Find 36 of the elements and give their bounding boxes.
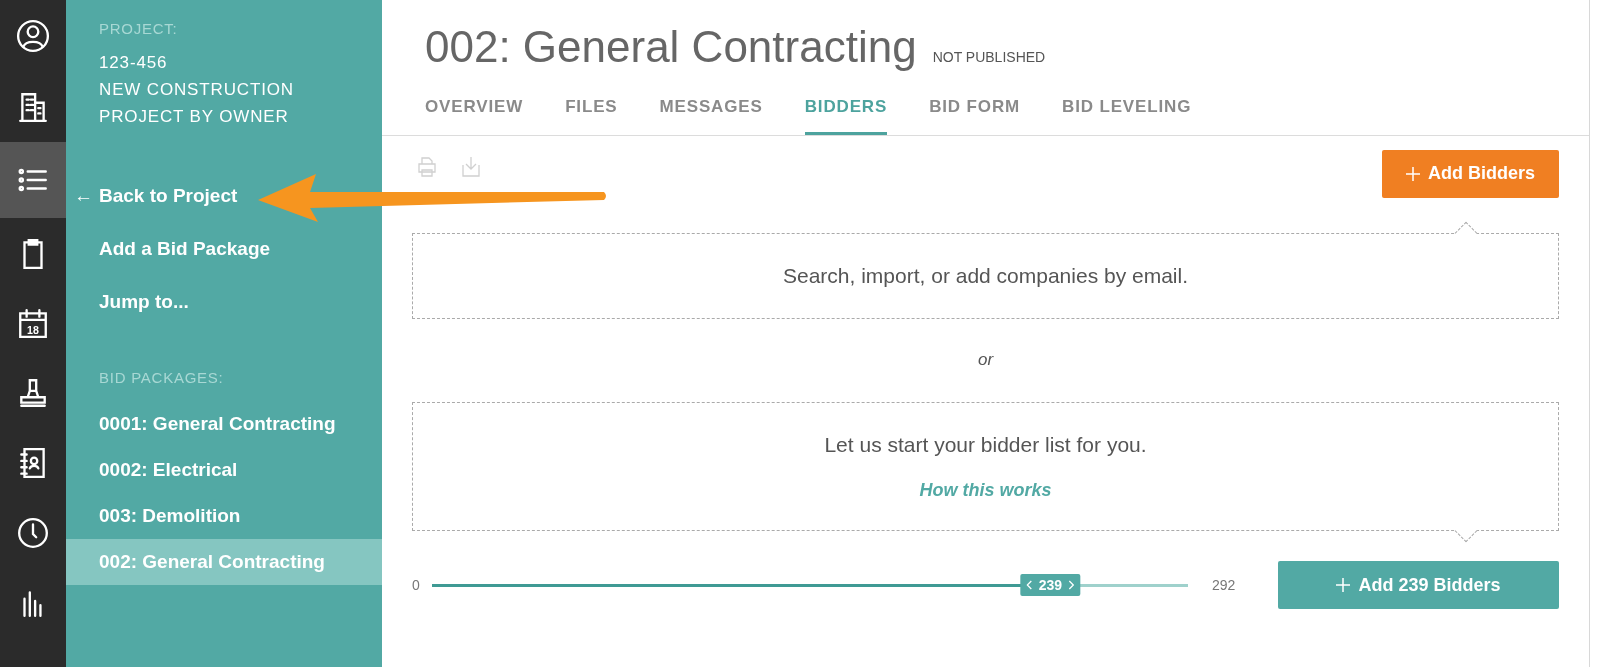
clock-icon: [16, 516, 50, 550]
sidebar-link[interactable]: ← Back to Project: [66, 169, 382, 223]
project-info: PROJECT BY OWNER: [99, 105, 290, 128]
building-icon: [16, 90, 50, 124]
section-label: BID PACKAGES:: [98, 367, 225, 388]
slider-max: 292: [1212, 575, 1236, 595]
plus-icon: [1406, 166, 1420, 181]
separator-text: or: [977, 348, 994, 371]
sidebar-link[interactable]: Jump to...: [66, 275, 382, 329]
slider-thumb[interactable]: 239: [1020, 574, 1081, 596]
project-info: 123-456: [99, 51, 169, 74]
sidebar-link[interactable]: Add a Bid Package: [66, 222, 382, 276]
tab[interactable]: FILES: [565, 90, 618, 135]
tab[interactable]: MESSAGES: [659, 90, 763, 135]
bid-package-item[interactable]: 0002: Electrical: [66, 447, 382, 493]
slider-track[interactable]: 239: [432, 574, 1188, 596]
bid-package-item[interactable]: 003: Demolition: [66, 493, 382, 539]
bid-package-item[interactable]: 0001: General Contracting: [66, 401, 382, 447]
add-bidders-button[interactable]: Add Bidders: [1382, 149, 1559, 198]
bid-package-item[interactable]: 002: General Contracting: [66, 539, 382, 585]
section-label: PROJECT:: [99, 19, 179, 39]
how-it-works-link[interactable]: How this works: [919, 476, 1052, 504]
status-label: NOT PUBLISHED: [932, 48, 1046, 67]
tab[interactable]: OVERVIEW: [425, 90, 524, 135]
tab[interactable]: BID FORM: [929, 90, 1021, 135]
add-bidders-count-button[interactable]: Add 239 Bidders: [1278, 561, 1559, 609]
slider-min: 0: [412, 575, 421, 595]
plus-icon: [1336, 578, 1351, 592]
search-prompt[interactable]: Search, import, or add companies by email.: [783, 259, 1188, 292]
page-title: 002: General Contracting: [425, 21, 917, 73]
tab[interactable]: BID LEVELING: [1062, 90, 1192, 135]
rail-button[interactable]: 18: [0, 288, 66, 358]
user-icon: [16, 19, 50, 53]
suggestion-text: Let us start your bidder list for you.: [824, 432, 1147, 459]
project-info: NEW CONSTRUCTION: [99, 78, 295, 101]
tab[interactable]: BIDDERS: [804, 90, 888, 135]
